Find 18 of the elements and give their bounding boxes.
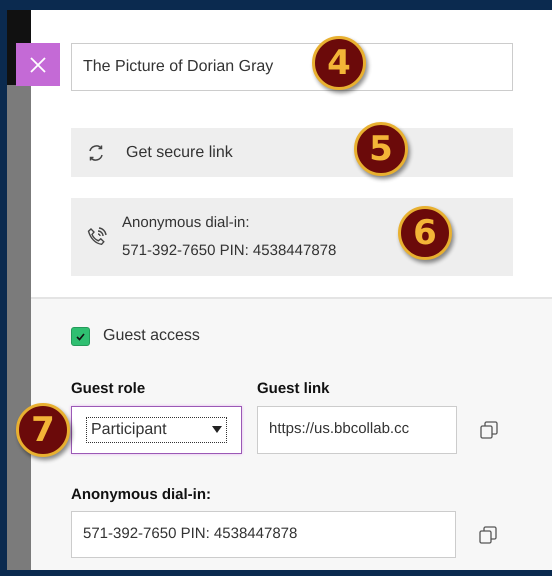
guest-role-label: Guest role (71, 379, 146, 399)
phone-icon (86, 226, 108, 248)
guest-access-label: Guest access (103, 326, 200, 346)
guest-role-value: Participant (91, 420, 167, 440)
copy-icon[interactable] (478, 524, 498, 544)
dial-in-number: 571-392-7650 PIN: 4538447878 (122, 241, 336, 261)
guest-role-select[interactable]: Participant (71, 406, 242, 454)
anonymous-dial-in-label: Anonymous dial-in: (71, 484, 212, 504)
copy-icon[interactable] (479, 420, 499, 440)
guest-link-label: Guest link (257, 379, 331, 399)
check-icon (75, 330, 86, 342)
close-icon (29, 56, 47, 74)
anonymous-dial-in-field[interactable]: 571-392-7650 PIN: 4538447878 (71, 511, 456, 558)
guest-access-checkbox[interactable] (71, 326, 90, 346)
dial-in-label: Anonymous dial-in: (122, 212, 251, 232)
guest-link-field[interactable]: https://us.bbcollab.cc (257, 406, 457, 454)
close-button[interactable] (16, 43, 60, 86)
dropdown-arrow-icon (212, 426, 222, 433)
